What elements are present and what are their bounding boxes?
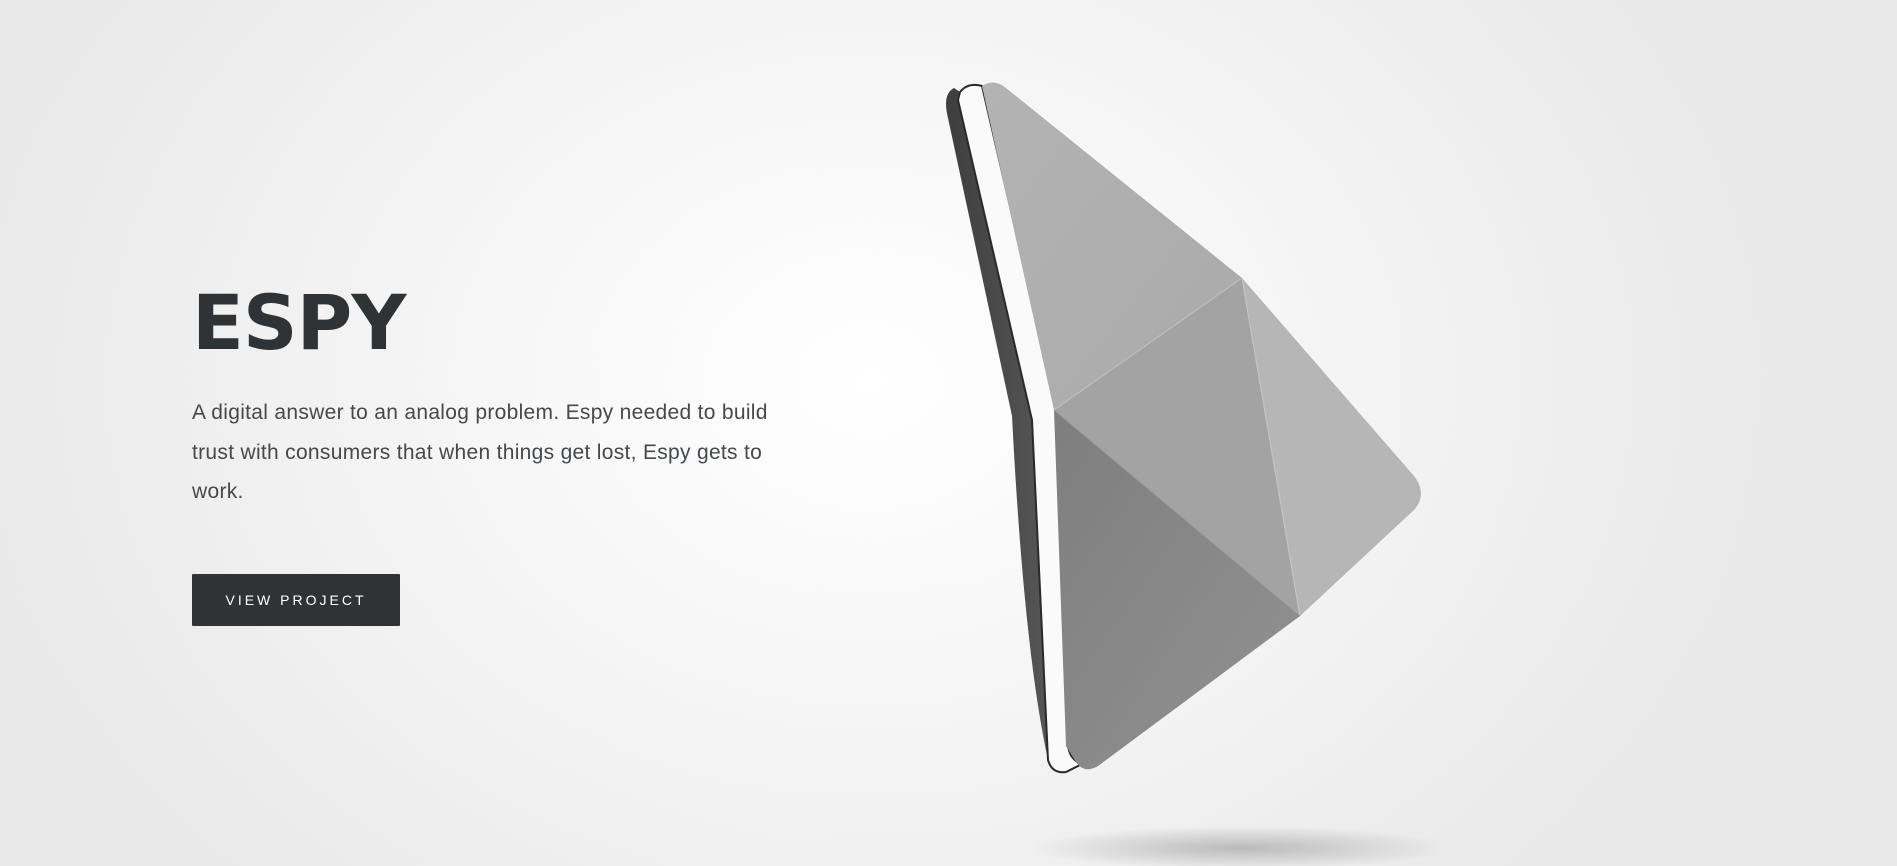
device-illustration	[920, 70, 1450, 866]
hero-description: A digital answer to an analog problem. E…	[192, 401, 768, 503]
hero-section: ESPY A digital answer to an analog probl…	[192, 275, 792, 626]
hero-title: ESPY	[192, 278, 406, 367]
device-shadow	[1030, 826, 1450, 866]
espy-device-icon	[946, 82, 1450, 866]
view-project-button[interactable]: VIEW PROJECT	[192, 574, 400, 626]
